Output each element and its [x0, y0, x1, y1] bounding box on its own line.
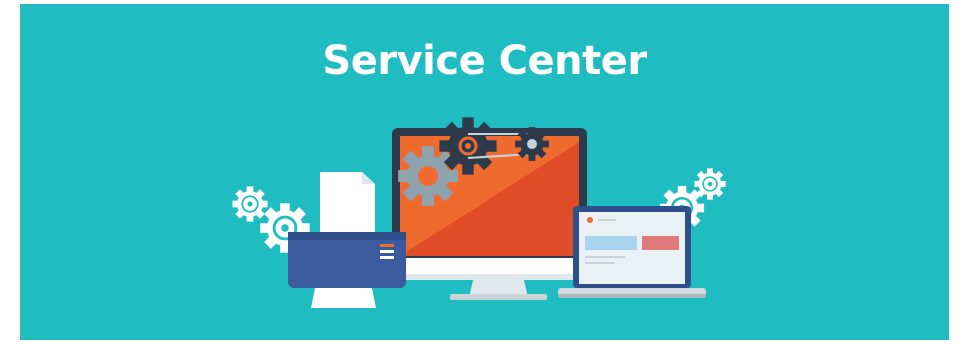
service-center-banner: Service Center	[20, 4, 949, 340]
printer-icon	[288, 172, 406, 308]
service-illustration	[232, 117, 726, 308]
monitor-icon	[392, 128, 587, 300]
laptop-icon	[558, 206, 706, 298]
